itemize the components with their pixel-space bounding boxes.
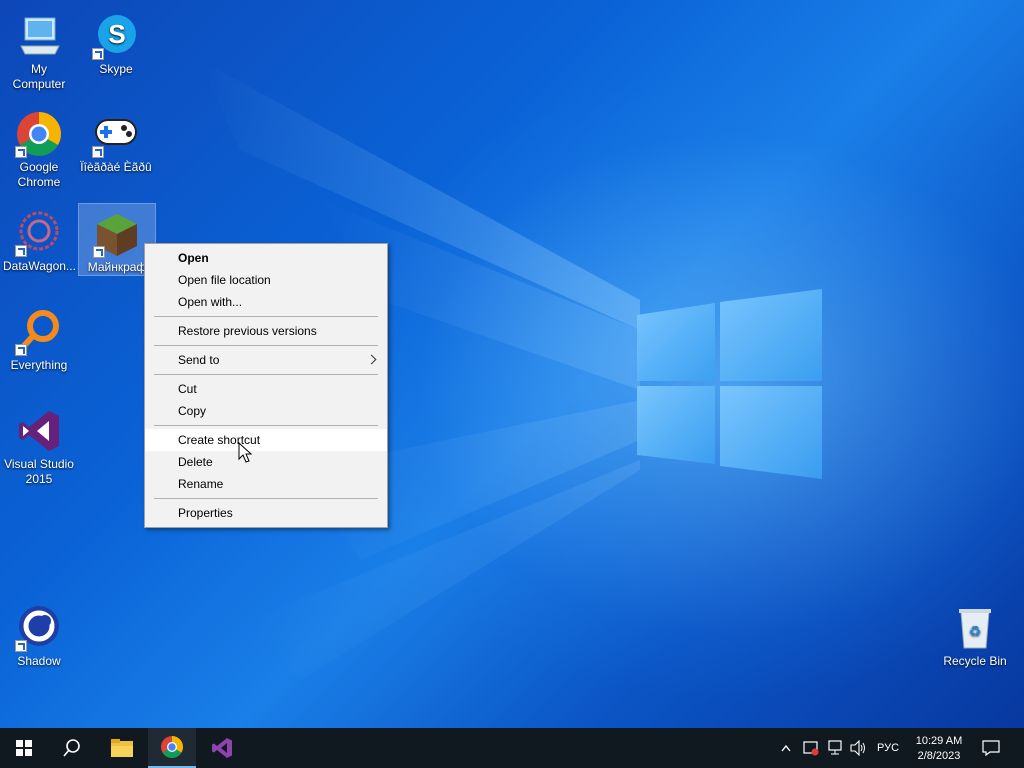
tray-volume-icon[interactable] <box>848 728 870 768</box>
shortcut-arrow-icon <box>92 146 104 158</box>
menu-separator <box>154 374 378 375</box>
mouse-cursor-icon <box>238 442 252 463</box>
menu-item-send-to[interactable]: Send to <box>145 349 387 371</box>
desktop-icon-game-shortcut[interactable]: Ïîèãðàé Èãðû <box>78 104 154 175</box>
menu-item-cut[interactable]: Cut <box>145 378 387 400</box>
desktop-icon-everything[interactable]: Everything <box>1 302 77 373</box>
svg-text:S: S <box>108 19 125 49</box>
minecraft-icon <box>93 210 141 258</box>
shortcut-arrow-icon <box>15 146 27 158</box>
shortcut-arrow-icon <box>15 344 27 356</box>
visual-studio-icon <box>15 407 63 455</box>
speaker-icon <box>850 740 865 756</box>
menu-separator <box>154 316 378 317</box>
search-button[interactable] <box>48 728 96 768</box>
shortcut-arrow-icon <box>92 48 104 60</box>
skype-icon: S <box>92 12 140 60</box>
desktop-icon-visual-studio[interactable]: Visual Studio 2015 <box>1 401 77 487</box>
folder-icon <box>111 739 133 757</box>
datawagon-icon <box>15 209 63 257</box>
start-button[interactable] <box>0 728 48 768</box>
tray-security-icon[interactable] <box>800 728 822 768</box>
desktop-icon-recycle-bin[interactable]: ♻ Recycle Bin <box>937 598 1013 669</box>
input-language-indicator[interactable]: РУС <box>872 728 904 768</box>
menu-item-copy[interactable]: Copy <box>145 400 387 422</box>
tray-network-icon[interactable] <box>824 728 846 768</box>
svg-text:♻: ♻ <box>969 624 982 640</box>
gamepad-icon <box>92 110 140 158</box>
icon-label: Skype <box>99 62 133 76</box>
recycle-bin-icon: ♻ <box>951 604 999 652</box>
shortcut-arrow-icon <box>15 640 27 652</box>
shadow-icon <box>15 604 63 652</box>
computer-icon <box>15 12 63 60</box>
action-center-button[interactable] <box>976 728 1006 768</box>
desktop[interactable]: My Computer S Skype Google Chrome Ïîèãðà… <box>0 0 1024 728</box>
chrome-icon <box>15 110 63 158</box>
menu-item-open-with[interactable]: Open with... <box>145 291 387 313</box>
icon-label: My Computer <box>12 62 66 91</box>
chrome-icon <box>161 736 183 758</box>
menu-item-restore-previous-versions[interactable]: Restore previous versions <box>145 320 387 342</box>
search-icon <box>63 739 80 757</box>
chevron-up-icon <box>781 744 791 752</box>
desktop-icon-my-computer[interactable]: My Computer <box>1 6 77 92</box>
menu-item-open-file-location[interactable]: Open file location <box>145 269 387 291</box>
shortcut-arrow-icon <box>15 245 27 257</box>
show-hidden-icons-button[interactable] <box>776 728 796 768</box>
visual-studio-icon <box>212 738 232 758</box>
icon-label: Everything <box>10 358 68 372</box>
desktop-icon-skype[interactable]: S Skype <box>78 6 154 77</box>
icon-label: Ïîèãðàé Èãðû <box>80 160 152 174</box>
menu-item-open[interactable]: Open <box>145 247 387 269</box>
everything-search-icon <box>15 308 63 356</box>
icon-label: DataWagon... <box>3 259 76 273</box>
windows-logo-icon <box>16 740 32 756</box>
desktop-icon-shadow[interactable]: Shadow <box>1 598 77 669</box>
icon-label: Recycle Bin <box>943 654 1007 668</box>
icon-label: Google Chrome <box>17 160 61 189</box>
menu-item-label: Send to <box>178 353 220 367</box>
menu-item-rename[interactable]: Rename <box>145 473 387 495</box>
menu-item-delete[interactable]: Delete <box>145 451 387 473</box>
icon-label: Shadow <box>17 654 61 668</box>
desktop-icon-google-chrome[interactable]: Google Chrome <box>1 104 77 190</box>
context-menu: Open Open file location Open with... Res… <box>144 243 388 528</box>
taskbar-visual-studio[interactable] <box>198 728 246 768</box>
menu-separator <box>154 498 378 499</box>
icon-label: Visual Studio 2015 <box>4 457 74 486</box>
security-icon <box>803 741 819 756</box>
clock[interactable]: 10:29 AM 2/8/2023 <box>906 728 972 768</box>
notifications-icon <box>982 740 1000 756</box>
chevron-right-icon <box>366 354 377 365</box>
clock-date: 2/8/2023 <box>917 749 961 762</box>
clock-time: 10:29 AM <box>915 734 963 747</box>
menu-separator <box>154 345 378 346</box>
menu-item-properties[interactable]: Properties <box>145 502 387 524</box>
taskbar-chrome[interactable] <box>148 728 196 768</box>
taskbar-file-explorer[interactable] <box>98 728 146 768</box>
network-icon <box>828 740 842 755</box>
desktop-icon-datawagon[interactable]: DataWagon... <box>1 203 77 274</box>
menu-item-create-shortcut[interactable]: Create shortcut <box>145 429 387 451</box>
shortcut-arrow-icon <box>93 246 105 258</box>
menu-separator <box>154 425 378 426</box>
taskbar: РУС 10:29 AM 2/8/2023 <box>0 728 1024 768</box>
